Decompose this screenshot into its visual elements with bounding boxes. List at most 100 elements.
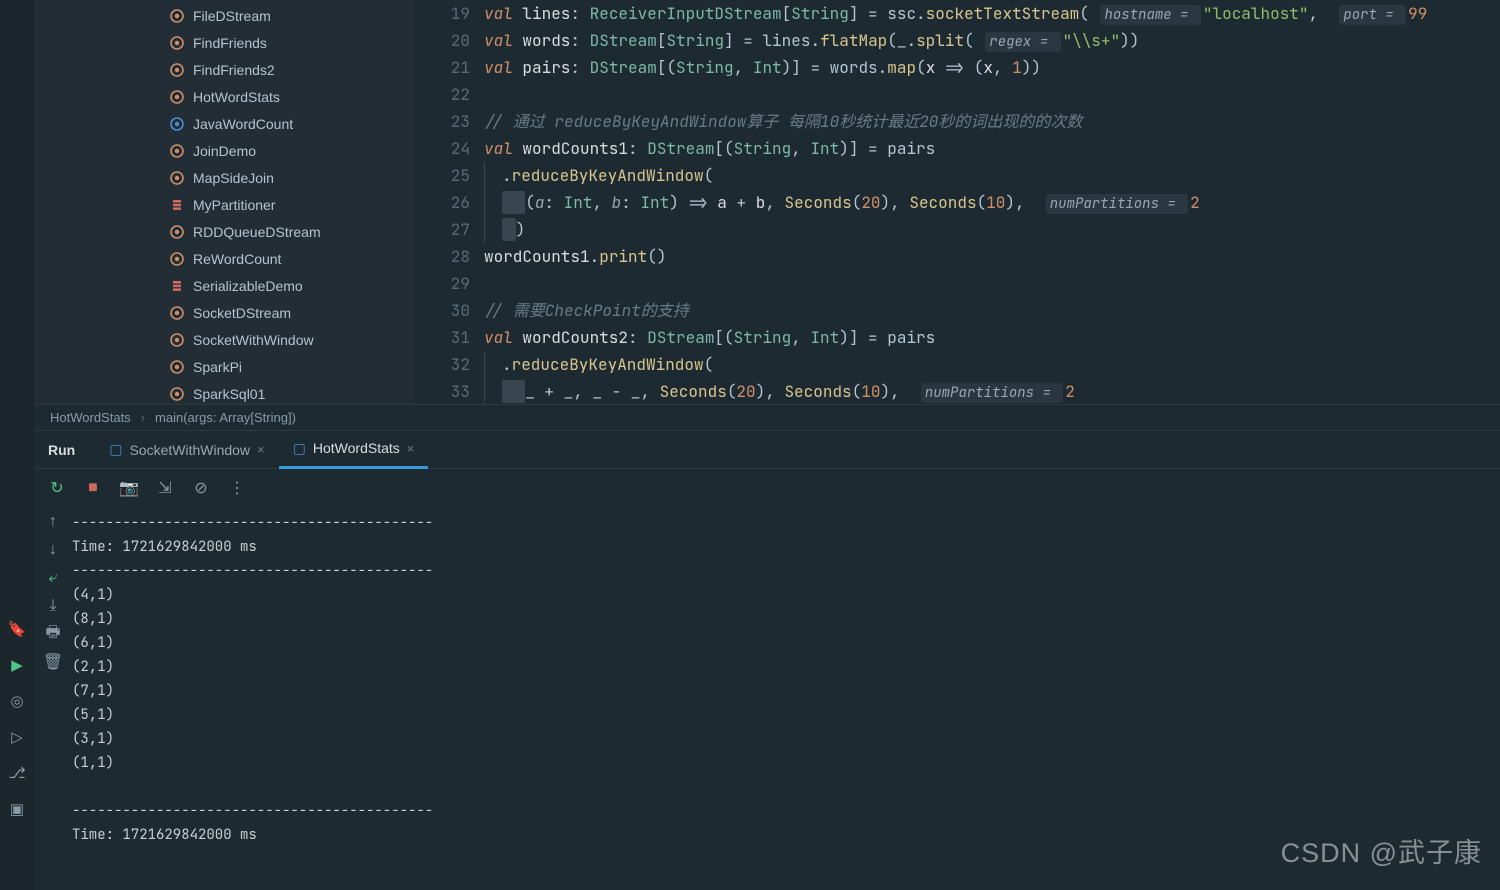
line-number: 24 <box>414 135 470 162</box>
app-icon: ▢ <box>109 441 122 458</box>
tree-item[interactable]: JoinDemo <box>34 137 414 164</box>
tree-item[interactable]: MapSideJoin <box>34 164 414 191</box>
print-icon[interactable]: 🖶 <box>44 625 62 643</box>
line-number: 29 <box>414 270 470 297</box>
breadcrumb-part[interactable]: main(args: Array[String]) <box>155 410 296 425</box>
tree-item[interactable]: FindFriends2 <box>34 56 414 83</box>
chevron-right-icon: › <box>141 410 145 425</box>
line-number: 33 <box>414 378 470 404</box>
code-line[interactable]: val wordCounts2: DStream[(String, Int)] … <box>484 324 1500 351</box>
scroll-to-end-icon[interactable]: ⤓ <box>44 597 62 615</box>
line-number: 32 <box>414 351 470 378</box>
code-line[interactable]: val lines: ReceiverInputDStream[String] … <box>484 0 1500 27</box>
run-tab[interactable]: ▢ SocketWithWindow × <box>95 431 278 469</box>
line-number: 28 <box>414 243 470 270</box>
tree-item-label: MyPartitioner <box>193 197 275 213</box>
object-scala-icon <box>169 224 185 240</box>
services-icon[interactable]: ◎ <box>8 692 26 710</box>
run-tab-label: SocketWithWindow <box>129 442 250 458</box>
code-line[interactable]: val words: DStream[String] = lines.flatM… <box>484 27 1500 54</box>
code-line[interactable]: .reduceByKeyAndWindow( <box>484 162 1500 189</box>
tree-item-label: SparkSql01 <box>193 386 265 402</box>
terminal-icon[interactable]: ▣ <box>8 800 26 818</box>
tree-item-label: SerializableDemo <box>193 278 303 294</box>
tree-item-label: JavaWordCount <box>193 116 293 132</box>
breadcrumb-part[interactable]: HotWordStats <box>50 410 131 425</box>
tree-item-label: SparkPi <box>193 359 242 375</box>
run-panel-label: Run <box>48 442 75 458</box>
tree-item-label: FileDStream <box>193 8 271 24</box>
down-arrow-icon[interactable]: ↓ <box>44 541 62 559</box>
run-tab[interactable]: ▢HotWordStats× <box>279 431 429 469</box>
tree-item-label: JoinDemo <box>193 143 256 159</box>
stop-icon[interactable]: ■ <box>84 479 102 497</box>
code-line[interactable]: .reduceByKeyAndWindow( <box>484 351 1500 378</box>
class-java-icon <box>169 116 185 132</box>
tree-item[interactable]: SocketWithWindow <box>34 326 414 353</box>
code-line[interactable]: // 需要CheckPoint的支持 <box>484 297 1500 324</box>
tree-item[interactable]: MyPartitioner <box>34 191 414 218</box>
camera-icon[interactable]: 📷 <box>120 479 138 497</box>
tree-item[interactable]: SocketDStream <box>34 299 414 326</box>
tree-item[interactable]: ReWordCount <box>34 245 414 272</box>
dump-threads-icon[interactable]: ⊘ <box>192 479 210 497</box>
tree-item-label: FindFriends <box>193 35 267 51</box>
tree-item[interactable]: JavaWordCount <box>34 110 414 137</box>
tree-item[interactable]: SparkSql01 <box>34 380 414 404</box>
up-arrow-icon[interactable]: ↑ <box>44 513 62 531</box>
code-line[interactable]: ) <box>484 216 1500 243</box>
object-scala-icon <box>169 35 185 51</box>
project-tree[interactable]: FileDStream FindFriends FindFriends2 HotWor… <box>34 0 414 404</box>
close-icon[interactable]: × <box>257 442 265 457</box>
close-icon[interactable]: × <box>407 441 415 456</box>
breadcrumb[interactable]: HotWordStats › main(args: Array[String]) <box>34 404 1500 430</box>
code-editor[interactable]: 192021222324252627282930313233 val lines… <box>414 0 1500 404</box>
tree-item-label: FindFriends2 <box>193 62 275 78</box>
line-number: 19 <box>414 0 470 27</box>
tree-item[interactable]: RDDQueueDStream <box>34 218 414 245</box>
tree-item[interactable]: FindFriends <box>34 29 414 56</box>
soft-wrap-icon[interactable]: ⤶ <box>44 569 62 587</box>
line-number: 21 <box>414 54 470 81</box>
code-line[interactable]: _ + _, _ - _, Seconds(20), Seconds(10), … <box>484 378 1500 404</box>
console-output[interactable]: ----------------------------------------… <box>72 507 1500 890</box>
tree-item-label: RDDQueueDStream <box>193 224 321 240</box>
tree-item-label: SocketDStream <box>193 305 291 321</box>
debug-icon[interactable]: ▷ <box>8 728 26 746</box>
bookmark-icon[interactable]: 🔖 <box>8 620 26 638</box>
rerun-icon[interactable]: ↻ <box>48 479 66 497</box>
code-line[interactable]: wordCounts1.print() <box>484 243 1500 270</box>
trash-icon[interactable]: 🗑 <box>44 653 62 671</box>
line-gutter: 192021222324252627282930313233 <box>414 0 484 404</box>
tree-item[interactable]: SparkPi <box>34 353 414 380</box>
object-scala-icon <box>169 8 185 24</box>
code-line[interactable]: val pairs: DStream[(String, Int)] = word… <box>484 54 1500 81</box>
code-area[interactable]: val lines: ReceiverInputDStream[String] … <box>484 0 1500 404</box>
run-tab-label: HotWordStats <box>313 440 400 456</box>
line-number: 20 <box>414 27 470 54</box>
tree-item[interactable]: FileDStream <box>34 2 414 29</box>
left-tool-strip: 🔖 ▶ ◎ ▷ ⎇ ▣ <box>0 0 34 890</box>
line-number: 25 <box>414 162 470 189</box>
object-scala-icon <box>169 332 185 348</box>
code-line[interactable]: (a: Int, b: Int) => a + b, Seconds(20), … <box>484 189 1500 216</box>
object-scala-icon <box>169 305 185 321</box>
code-line[interactable]: val wordCounts1: DStream[(String, Int)] … <box>484 135 1500 162</box>
scala-file-icon <box>169 197 185 213</box>
object-scala-icon <box>169 386 185 402</box>
run-icon[interactable]: ▶ <box>8 656 26 674</box>
tree-item-label: ReWordCount <box>193 251 281 267</box>
tree-item[interactable]: SerializableDemo <box>34 272 414 299</box>
code-line[interactable]: // 通过 reduceByKeyAndWindow算子 每隔10秒统计最近20… <box>484 108 1500 135</box>
code-line[interactable] <box>484 270 1500 297</box>
object-scala-icon <box>169 143 185 159</box>
exit-icon[interactable]: ⇲ <box>156 479 174 497</box>
code-line[interactable] <box>484 81 1500 108</box>
more-icon[interactable]: ⋮ <box>228 479 246 497</box>
tree-item[interactable]: HotWordStats <box>34 83 414 110</box>
line-number: 27 <box>414 216 470 243</box>
object-scala-icon <box>169 359 185 375</box>
line-number: 23 <box>414 108 470 135</box>
tree-item-label: HotWordStats <box>193 89 280 105</box>
git-icon[interactable]: ⎇ <box>8 764 26 782</box>
